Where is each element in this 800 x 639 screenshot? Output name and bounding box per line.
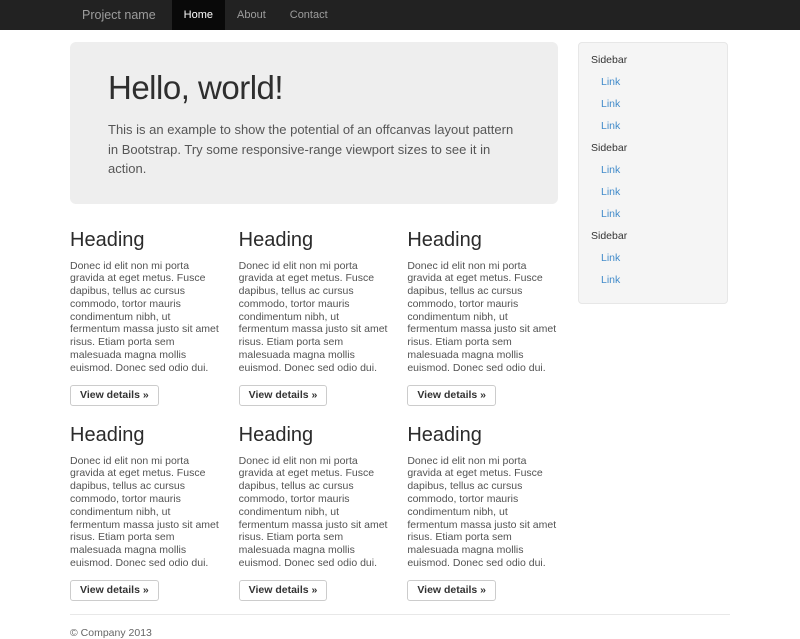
sidebar-group-heading: Sidebar	[591, 141, 715, 155]
card-heading: Heading	[407, 424, 558, 447]
card-heading: Heading	[70, 229, 221, 252]
content-card-5: Heading Donec id elit non mi porta gravi…	[239, 424, 390, 601]
cards-row-1: Heading Donec id elit non mi porta gravi…	[70, 229, 558, 406]
navbar-menu: Home About Contact	[172, 0, 340, 30]
content-card-4: Heading Donec id elit non mi porta gravi…	[70, 424, 221, 601]
card-body: Donec id elit non mi porta gravida at eg…	[70, 455, 221, 570]
sidebar: Sidebar Link Link Link Sidebar Link Link…	[578, 42, 728, 304]
view-details-button[interactable]: View details »	[239, 385, 328, 406]
card-heading: Heading	[239, 424, 390, 447]
view-details-button[interactable]: View details »	[70, 580, 159, 601]
sidebar-link[interactable]: Link	[601, 252, 715, 265]
card-body: Donec id elit non mi porta gravida at eg…	[70, 260, 221, 375]
copyright: © Company 2013	[70, 627, 730, 639]
sidebar-group-2: Sidebar Link Link Link	[591, 141, 715, 221]
page-title: Hello, world!	[108, 69, 520, 107]
sidebar-link[interactable]: Link	[601, 186, 715, 199]
card-heading: Heading	[239, 229, 390, 252]
card-body: Donec id elit non mi porta gravida at eg…	[239, 260, 390, 375]
view-details-button[interactable]: View details »	[407, 580, 496, 601]
card-body: Donec id elit non mi porta gravida at eg…	[407, 455, 558, 570]
sidebar-group-heading: Sidebar	[591, 229, 715, 243]
content-card-2: Heading Donec id elit non mi porta gravi…	[239, 229, 390, 406]
card-heading: Heading	[407, 229, 558, 252]
card-body: Donec id elit non mi porta gravida at eg…	[239, 455, 390, 570]
content-card-1: Heading Donec id elit non mi porta gravi…	[70, 229, 221, 406]
sidebar-link[interactable]: Link	[601, 274, 715, 287]
navbar: Project name Home About Contact	[0, 0, 800, 30]
sidebar-link[interactable]: Link	[601, 120, 715, 133]
nav-item-about[interactable]: About	[225, 0, 278, 30]
view-details-button[interactable]: View details »	[407, 385, 496, 406]
jumbotron-description: This is an example to show the potential…	[108, 120, 520, 179]
sidebar-group-3: Sidebar Link Link	[591, 229, 715, 287]
sidebar-link[interactable]: Link	[601, 98, 715, 111]
nav-item-contact[interactable]: Contact	[278, 0, 340, 30]
nav-item-home[interactable]: Home	[172, 0, 225, 30]
content-card-6: Heading Donec id elit non mi porta gravi…	[407, 424, 558, 601]
sidebar-link[interactable]: Link	[601, 164, 715, 177]
jumbotron: Hello, world! This is an example to show…	[70, 42, 558, 204]
navbar-content: Project name Home About Contact	[70, 0, 730, 30]
page: Project name Home About Contact Hello, w…	[0, 0, 800, 600]
view-details-button[interactable]: View details »	[239, 580, 328, 601]
sidebar-link[interactable]: Link	[601, 76, 715, 89]
main-row: Hello, world! This is an example to show…	[70, 30, 730, 601]
view-details-button[interactable]: View details »	[70, 385, 159, 406]
sidebar-link[interactable]: Link	[601, 208, 715, 221]
sidebar-group-heading: Sidebar	[591, 53, 715, 67]
cards-row-2: Heading Donec id elit non mi porta gravi…	[70, 424, 558, 601]
container: Hello, world! This is an example to show…	[70, 30, 730, 639]
card-heading: Heading	[70, 424, 221, 447]
sidebar-group-1: Sidebar Link Link Link	[591, 53, 715, 133]
main-content: Hello, world! This is an example to show…	[70, 30, 558, 601]
content-card-3: Heading Donec id elit non mi porta gravi…	[407, 229, 558, 406]
navbar-brand[interactable]: Project name	[70, 0, 168, 30]
card-body: Donec id elit non mi porta gravida at eg…	[407, 260, 558, 375]
footer: © Company 2013	[70, 614, 730, 639]
